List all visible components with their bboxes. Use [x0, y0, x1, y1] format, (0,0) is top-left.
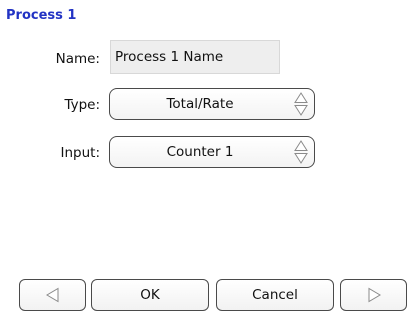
cancel-button[interactable]: Cancel — [216, 279, 334, 311]
input-value: Counter 1 — [166, 144, 234, 160]
type-selector[interactable]: Total/Rate — [109, 88, 315, 120]
ok-button[interactable]: OK — [91, 279, 209, 311]
name-label: Name: — [55, 51, 100, 67]
type-value: Total/Rate — [166, 96, 234, 112]
input-label: Input: — [60, 145, 100, 161]
name-field[interactable] — [110, 40, 280, 74]
input-selector[interactable]: Counter 1 — [109, 136, 315, 168]
up-down-arrows-icon[interactable] — [294, 92, 308, 116]
next-button[interactable] — [340, 279, 407, 311]
type-label: Type: — [64, 97, 100, 113]
right-triangle-icon — [366, 287, 382, 303]
left-triangle-icon — [45, 287, 61, 303]
dialog-title: Process 1 — [6, 8, 77, 23]
up-down-arrows-icon[interactable] — [294, 140, 308, 164]
previous-button[interactable] — [19, 279, 86, 311]
